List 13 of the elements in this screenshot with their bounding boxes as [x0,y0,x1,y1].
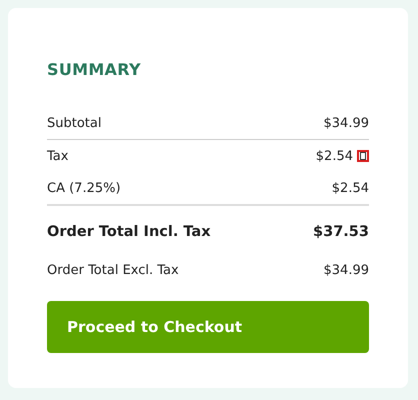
row-value: $34.99 [324,262,369,278]
row-label: Order Total Excl. Tax [47,262,179,278]
row-value: $2.54 [316,148,353,164]
highlighted-square-icon[interactable] [357,150,369,162]
summary-title: SUMMARY [47,60,142,79]
row-value: $37.53 [313,224,369,240]
row-label: Tax [47,148,68,164]
row-value: $34.99 [324,116,369,130]
row-label: Subtotal [47,116,102,130]
row-label: Order Total Incl. Tax [47,224,211,240]
row-label: CA (7.25%) [47,180,121,196]
row-value: $2.54 [332,180,369,196]
checkout-button[interactable]: Proceed to Checkout [47,301,369,353]
